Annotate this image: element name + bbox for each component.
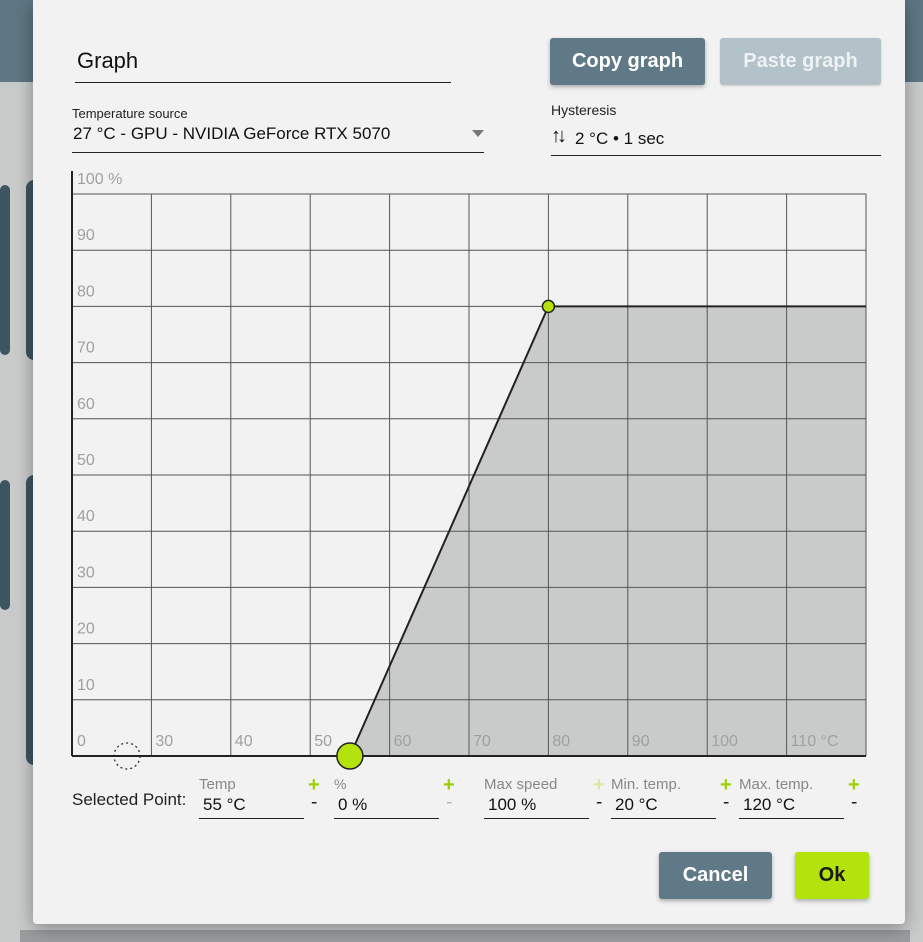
x-tick-label: 30 <box>155 733 173 750</box>
x-tick-label: 70 <box>473 733 491 750</box>
ok-button[interactable]: Ok <box>795 852 869 899</box>
percent-decrease-button[interactable]: - <box>446 792 452 814</box>
x-tick-label: 90 <box>632 733 650 750</box>
temp-value: 55 °C <box>203 795 246 814</box>
y-tick-label: 90 <box>77 227 95 244</box>
hysteresis-label: Hysteresis <box>551 102 617 118</box>
min-temp-decrease-button[interactable]: - <box>723 792 729 814</box>
max-speed-decrease-button[interactable]: - <box>596 792 602 814</box>
y-tick-label: 0 <box>77 733 86 750</box>
selected-curve-point[interactable] <box>336 742 364 770</box>
cancel-button[interactable]: Cancel <box>659 852 772 899</box>
copy-graph-button[interactable]: Copy graph <box>550 38 705 85</box>
min-temp-value: 20 °C <box>615 795 658 814</box>
max-speed-input[interactable]: 100 % <box>484 790 589 819</box>
background-panel <box>20 930 910 942</box>
graph-title[interactable]: Graph <box>77 48 138 74</box>
percent-input[interactable]: 0 % <box>334 790 439 819</box>
y-tick-label: 10 <box>77 677 95 694</box>
background-card <box>0 185 10 355</box>
temperature-source-select[interactable]: 27 °C - GPU - NVIDIA GeForce RTX 5070 <box>72 120 484 153</box>
min-temp-input[interactable]: 20 °C <box>611 790 716 819</box>
background-card <box>0 480 10 610</box>
y-tick-label: 20 <box>77 621 95 638</box>
graph-dialog: Graph Copy graph Paste graph Temperature… <box>33 0 905 924</box>
x-tick-label: 110 °C <box>791 733 839 750</box>
max-temp-input[interactable]: 120 °C <box>739 790 844 819</box>
max-temp-decrease-button[interactable]: - <box>851 792 857 814</box>
x-tick-label: 50 <box>314 733 332 750</box>
fan-curve-graph[interactable]: 0 10 20 30 40 50 60 70 80 90 100 % 30 40 50 60 70 80 90 10… <box>69 168 909 780</box>
selected-point-label: Selected Point: <box>72 790 187 809</box>
paste-graph-button[interactable]: Paste graph <box>720 38 881 85</box>
y-tick-label: 60 <box>77 396 95 413</box>
chevron-down-icon[interactable] <box>472 130 484 137</box>
hysteresis-field[interactable]: ↑↓ 2 °C • 1 sec <box>551 124 881 156</box>
temperature-source-value: 27 °C - GPU - NVIDIA GeForce RTX 5070 <box>73 124 391 143</box>
y-tick-label: 50 <box>77 452 95 469</box>
max-temp-value: 120 °C <box>743 795 796 814</box>
temp-decrease-button[interactable]: - <box>311 792 317 814</box>
up-down-arrows-icon: ↑↓ <box>551 125 567 147</box>
x-tick-label: 60 <box>394 733 412 750</box>
y-tick-label: 30 <box>77 564 95 581</box>
y-tick-label: 40 <box>77 508 95 525</box>
x-tick-label: 40 <box>235 733 253 750</box>
percent-value: 0 % <box>338 795 368 814</box>
y-tick-label: 70 <box>77 340 95 357</box>
temperature-source-label: Temperature source <box>72 106 188 121</box>
hysteresis-value: 2 °C • 1 sec <box>575 129 665 148</box>
x-tick-label: 100 <box>711 733 738 750</box>
graph-title-field[interactable]: Graph <box>75 44 451 83</box>
x-tick-label: 80 <box>552 733 570 750</box>
y-tick-label: 80 <box>77 283 95 300</box>
temp-input[interactable]: 55 °C <box>199 790 304 819</box>
y-tick-label: 100 % <box>77 171 122 188</box>
max-speed-value: 100 % <box>488 795 537 814</box>
curve-point[interactable] <box>541 299 556 314</box>
